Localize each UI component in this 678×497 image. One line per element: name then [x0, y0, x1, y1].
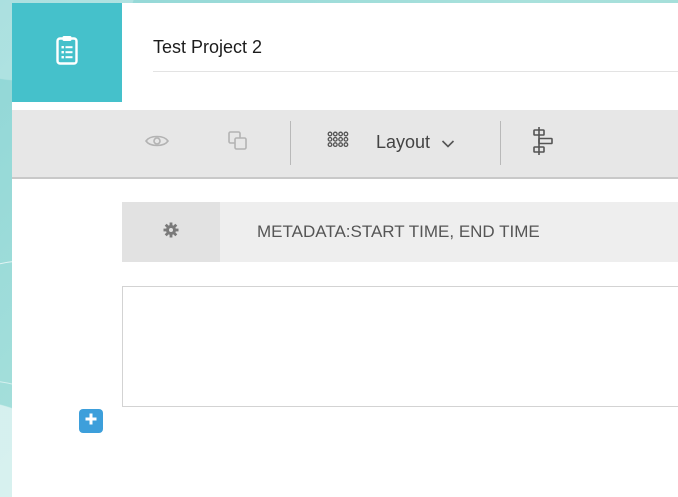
content-area[interactable]: [122, 286, 678, 407]
layout-dropdown[interactable]: Layout: [376, 132, 455, 154]
layout-label: Layout: [376, 132, 431, 152]
toolbar: Layout: [12, 110, 678, 179]
title-underline: [153, 71, 678, 72]
eye-icon: [145, 133, 169, 154]
metadata-bar: METADATA:START TIME, END TIME: [122, 202, 678, 262]
metadata-settings-button[interactable]: [122, 202, 220, 262]
toolbar-divider-2: [500, 121, 501, 165]
grid-dots-icon: [327, 130, 349, 157]
clipboard-list-icon: [56, 35, 78, 70]
layout-grid-button[interactable]: [325, 130, 351, 156]
chevron-down-icon: [441, 133, 455, 154]
app-root: Test Project 2 Layout METADATA:START TIM…: [0, 0, 678, 497]
header: Test Project 2: [12, 3, 678, 102]
editor-window: Test Project 2 Layout METADATA:START TIM…: [12, 3, 678, 497]
add-button[interactable]: [79, 409, 103, 433]
toolbar-divider: [290, 121, 291, 165]
gear-icon: [163, 222, 179, 243]
copy-icon: [227, 130, 249, 157]
align-button[interactable]: [530, 126, 556, 156]
plus-icon: [85, 412, 97, 430]
project-title[interactable]: Test Project 2: [153, 37, 262, 58]
logo-tile[interactable]: [12, 3, 122, 102]
metadata-label[interactable]: METADATA:START TIME, END TIME: [257, 222, 540, 242]
duplicate-button[interactable]: [225, 130, 251, 156]
align-blocks-icon: [532, 126, 554, 161]
preview-button[interactable]: [144, 130, 170, 156]
